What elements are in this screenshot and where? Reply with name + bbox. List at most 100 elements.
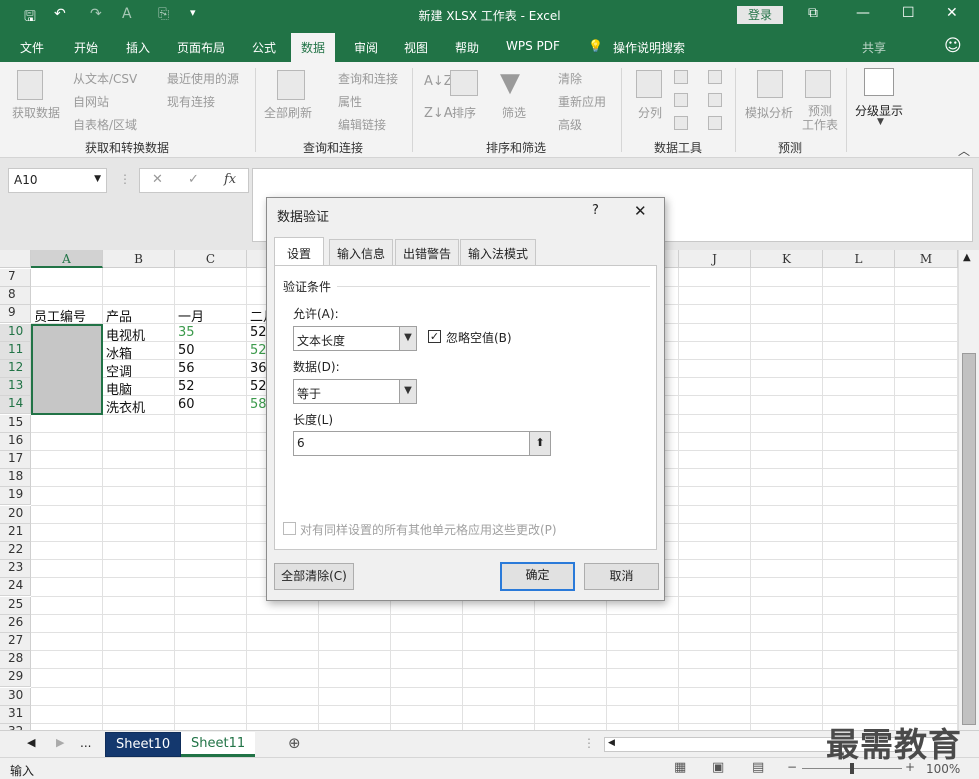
tab-view[interactable]: 视图 <box>404 39 428 56</box>
row-header[interactable]: 28 <box>0 651 31 670</box>
advanced-filter-button[interactable]: 高级 <box>558 116 582 133</box>
row-header[interactable]: 16 <box>0 432 31 451</box>
properties-button[interactable]: 属性 <box>338 93 362 110</box>
row-header[interactable]: 21 <box>0 523 31 542</box>
column-header[interactable]: M <box>895 250 958 268</box>
column-header[interactable]: K <box>751 250 823 268</box>
row-header[interactable]: 29 <box>0 669 31 688</box>
table-cell[interactable]: 52 <box>250 379 267 394</box>
prev-sheet-icon[interactable]: ◀ <box>27 736 35 749</box>
cancel-icon[interactable]: ✕ <box>152 172 163 187</box>
maximize-button[interactable]: ☐ <box>902 5 915 21</box>
tab-review[interactable]: 审阅 <box>354 39 378 56</box>
table-cell[interactable]: 50 <box>178 343 195 358</box>
tab-splitter-icon[interactable]: ⋮ <box>583 736 595 750</box>
ok-button[interactable]: 确定 <box>500 562 575 591</box>
edit-links-button[interactable]: 编辑链接 <box>338 116 386 133</box>
from-web-button[interactable]: 自网站 <box>73 93 109 110</box>
row-header[interactable]: 9 <box>0 305 31 324</box>
data-model-icon[interactable] <box>708 116 722 130</box>
allow-select[interactable]: 文本长度 ▼ <box>293 326 417 351</box>
tab-file[interactable]: 文件 <box>20 39 44 56</box>
table-cell[interactable]: 电视机 <box>106 325 145 344</box>
table-cell[interactable]: 冰箱 <box>106 343 132 362</box>
row-header[interactable]: 27 <box>0 633 31 651</box>
tab-insert[interactable]: 插入 <box>126 39 150 56</box>
dialog-close-button[interactable]: ✕ <box>634 202 647 220</box>
existing-connections-button[interactable]: 现有连接 <box>167 93 215 110</box>
more-sheets-button[interactable]: ... <box>80 736 91 750</box>
clear-all-button[interactable]: 全部清除(C) <box>274 563 354 590</box>
table-header-cell[interactable]: 员工编号 <box>34 306 86 325</box>
row-header[interactable]: 11 <box>0 341 31 360</box>
queries-connections-button[interactable]: 查询和连接 <box>338 70 398 87</box>
drag-handle-icon[interactable]: ⋮ <box>119 172 131 186</box>
vertical-scrollbar[interactable]: ▲ <box>958 250 979 730</box>
row-header[interactable]: 31 <box>0 705 31 724</box>
tab-home[interactable]: 开始 <box>74 39 98 56</box>
column-header[interactable]: C <box>175 250 247 268</box>
close-button[interactable]: ✕ <box>946 5 958 21</box>
row-header[interactable]: 30 <box>0 687 31 706</box>
sheet-tab-sheet11[interactable]: Sheet11 <box>181 732 256 757</box>
clear-filter-button[interactable]: 清除 <box>558 70 582 87</box>
what-if-analysis-button[interactable]: 模拟分析 <box>745 104 793 121</box>
row-header[interactable]: 8 <box>0 287 31 306</box>
apply-all-checkbox[interactable] <box>283 522 296 535</box>
row-header[interactable]: 7 <box>0 269 31 287</box>
row-header[interactable]: 24 <box>0 578 31 597</box>
page-layout-view-icon[interactable]: ▣ <box>712 760 724 775</box>
reapply-button[interactable]: 重新应用 <box>558 93 606 110</box>
chevron-down-icon[interactable]: ▼ <box>399 327 416 350</box>
data-validation-icon[interactable] <box>674 116 688 130</box>
text-to-columns-button[interactable]: 分列 <box>638 104 662 121</box>
help-button[interactable]: ? <box>592 203 599 218</box>
get-data-button[interactable]: 获取数据 <box>12 104 60 121</box>
tab-formulas[interactable]: 公式 <box>252 39 276 56</box>
from-text-csv-button[interactable]: 从文本/CSV <box>73 70 137 87</box>
table-cell[interactable]: 洗衣机 <box>106 397 145 416</box>
refresh-all-button[interactable]: 全部刷新 <box>264 104 312 121</box>
zoom-out-icon[interactable]: − <box>787 760 797 774</box>
share-button[interactable]: 共享 <box>862 39 886 56</box>
minimize-button[interactable]: — <box>856 5 870 21</box>
login-button[interactable]: 登录 <box>737 6 783 24</box>
forecast-sheet-button[interactable]: 预测 工作表 <box>800 104 840 132</box>
table-header-cell[interactable]: 产品 <box>106 306 132 325</box>
table-cell[interactable]: 60 <box>178 397 195 412</box>
table-cell[interactable]: 空调 <box>106 361 132 380</box>
smiley-icon[interactable]: ☺ <box>944 36 962 56</box>
row-header[interactable]: 23 <box>0 560 31 579</box>
tab-page-layout[interactable]: 页面布局 <box>177 39 225 56</box>
table-cell[interactable]: 电脑 <box>106 379 132 398</box>
sheet-tab-sheet10[interactable]: Sheet10 <box>105 732 182 757</box>
tell-me-search[interactable]: 操作说明搜索 <box>613 39 685 56</box>
ribbon-display-icon[interactable]: ⧉ <box>808 5 818 21</box>
page-break-view-icon[interactable]: ▤ <box>752 760 764 775</box>
tab-settings[interactable]: 设置 <box>274 237 325 266</box>
sort-descending-icon[interactable]: Z↓A <box>424 106 453 121</box>
flash-fill-icon[interactable] <box>674 70 688 84</box>
length-input[interactable]: 6 ⬆ <box>293 431 551 456</box>
tab-error-alert[interactable]: 出错警告 <box>395 239 460 265</box>
column-header[interactable]: B <box>103 250 175 268</box>
column-header[interactable]: A <box>31 250 103 268</box>
tab-wps-pdf[interactable]: WPS PDF <box>506 39 560 53</box>
row-header[interactable]: 13 <box>0 378 31 397</box>
tab-data[interactable]: 数据 <box>291 33 336 62</box>
next-sheet-icon[interactable]: ▶ <box>56 736 64 749</box>
consolidate-icon[interactable] <box>708 70 722 84</box>
cancel-button[interactable]: 取消 <box>584 563 659 590</box>
scroll-left-icon[interactable]: ◀ <box>608 738 615 748</box>
recent-sources-button[interactable]: 最近使用的源 <box>167 70 239 87</box>
add-sheet-icon[interactable]: ⊕ <box>288 734 301 752</box>
tab-ime-mode[interactable]: 输入法模式 <box>460 239 537 265</box>
collapse-dialog-icon[interactable]: ⬆ <box>529 432 550 455</box>
insert-function-icon[interactable]: fx <box>224 172 236 187</box>
data-operator-select[interactable]: 等于 ▼ <box>293 379 417 404</box>
row-header[interactable]: 22 <box>0 542 31 560</box>
row-header[interactable]: 17 <box>0 451 31 469</box>
relationships-icon[interactable] <box>708 93 722 107</box>
table-cell[interactable]: 52 <box>250 343 267 358</box>
sort-ascending-icon[interactable]: A↓Z <box>424 74 453 89</box>
